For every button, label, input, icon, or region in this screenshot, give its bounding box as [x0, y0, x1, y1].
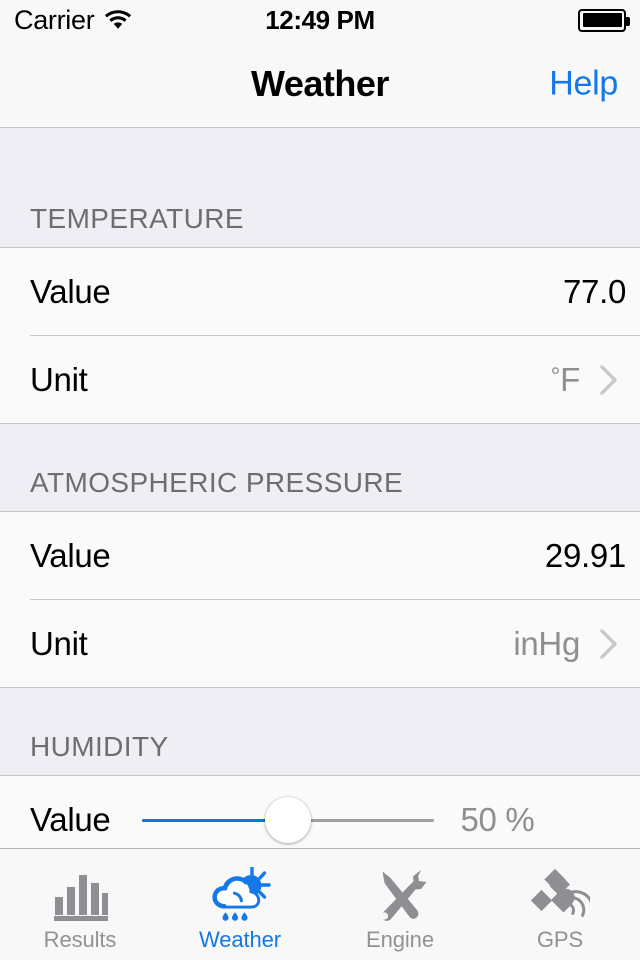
section-header-label: ATMOSPHERIC PRESSURE — [30, 467, 404, 498]
degree-symbol: ° — [550, 363, 561, 391]
section-header-atmospheric-pressure: ATMOSPHERIC PRESSURE — [0, 424, 640, 512]
humidity-slider[interactable] — [142, 790, 435, 848]
row-pressure-value[interactable]: Value 29.91 — [0, 512, 640, 600]
row-value: 29.91 — [544, 537, 626, 574]
row-temperature-unit[interactable]: Unit °F — [0, 336, 640, 424]
tab-results[interactable]: Results — [0, 849, 160, 960]
bar-chart-icon — [51, 865, 109, 927]
tab-label: Engine — [366, 926, 434, 952]
row-temperature-value[interactable]: Value 77.0 — [0, 248, 640, 336]
row-label: Unit — [30, 361, 88, 398]
tab-engine[interactable]: Engine — [320, 849, 480, 960]
section-header-label: TEMPERATURE — [30, 203, 244, 234]
carrier-label: Carrier — [14, 4, 95, 35]
page-title: Weather — [251, 62, 389, 104]
wifi-icon — [103, 6, 133, 34]
humidity-value-label: 50 % — [460, 801, 535, 838]
tab-weather[interactable]: Weather — [160, 849, 320, 960]
navigation-bar: Weather Help — [0, 40, 640, 128]
status-bar: Carrier 12:49 PM — [0, 0, 640, 40]
chevron-right-icon — [596, 627, 622, 661]
battery-full-icon — [578, 8, 630, 32]
row-label: Value — [30, 537, 111, 574]
row-label: Value — [30, 801, 111, 838]
tab-bar: Results Weather Engine GPS — [0, 848, 640, 960]
section-header-temperature: TEMPERATURE — [0, 128, 640, 248]
row-pressure-unit[interactable]: Unit inHg — [0, 600, 640, 688]
battery-level-fill — [582, 13, 622, 27]
section-header-humidity: HUMIDITY — [0, 688, 640, 776]
status-bar-left: Carrier — [14, 5, 133, 36]
slider-thumb[interactable] — [265, 797, 312, 843]
row-humidity-value: Value 50 % — [0, 776, 640, 848]
row-value: 77.0 — [562, 273, 626, 310]
chevron-right-icon — [596, 363, 622, 397]
tab-label: Results — [43, 926, 117, 952]
row-label: Value — [30, 273, 111, 310]
row-label: Unit — [30, 625, 88, 662]
cloud-sun-rain-icon — [209, 865, 271, 927]
help-button[interactable]: Help — [549, 64, 618, 103]
wrench-screwdriver-icon — [371, 865, 429, 927]
satellite-icon — [530, 865, 590, 927]
row-value: °F — [550, 361, 581, 398]
app-screen: Carrier 12:49 PM Weather Help TEMPERATUR… — [0, 0, 640, 960]
status-bar-right — [578, 8, 630, 32]
tab-gps[interactable]: GPS — [480, 849, 640, 960]
section-header-label: HUMIDITY — [30, 731, 169, 762]
settings-table: TEMPERATURE Value 77.0 Unit °F ATMOSPHER… — [0, 128, 640, 848]
tab-label: Weather — [198, 926, 282, 952]
row-value: inHg — [513, 625, 580, 662]
tab-label: GPS — [536, 926, 584, 952]
